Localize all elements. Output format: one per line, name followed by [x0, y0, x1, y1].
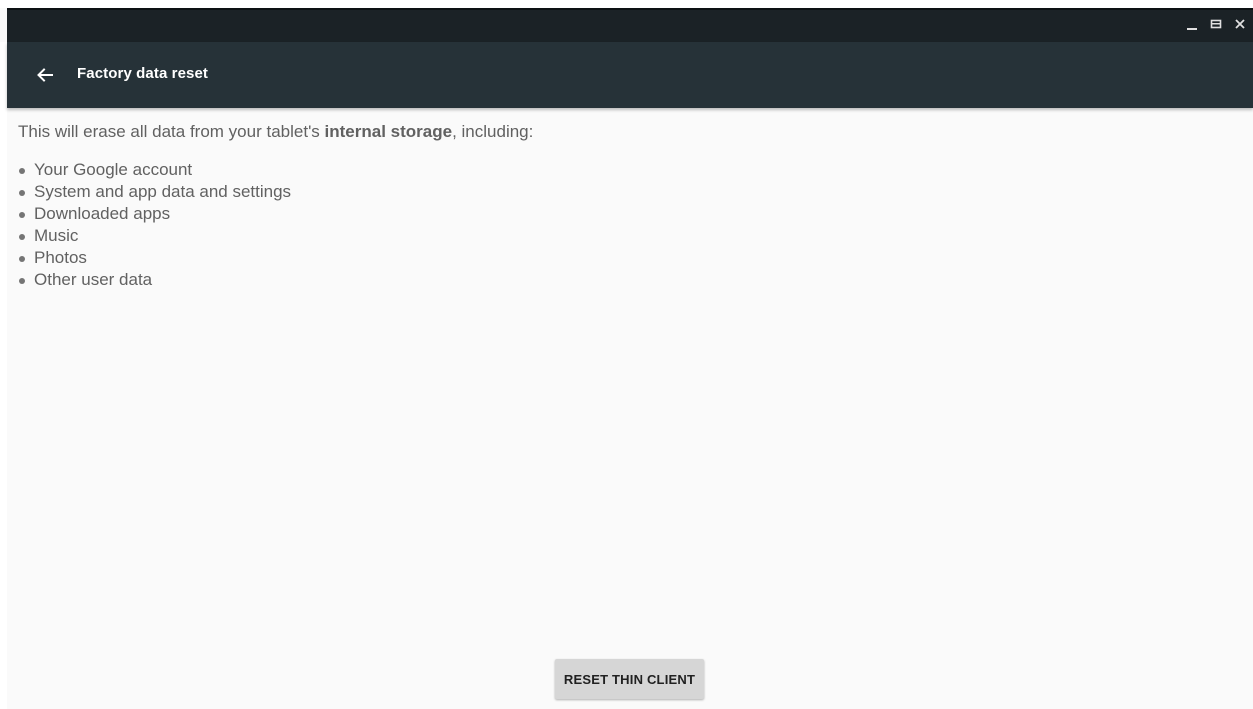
- bullet-icon: [19, 212, 25, 218]
- bullet-icon: [19, 278, 25, 284]
- intro-text-start: This will erase all data from your table…: [18, 122, 325, 141]
- erased-data-list: Your Google account System and app data …: [18, 159, 1253, 291]
- close-icon[interactable]: [1233, 16, 1247, 32]
- window-title-bar: [7, 8, 1253, 42]
- maximize-icon[interactable]: [1209, 16, 1223, 32]
- reset-description: This will erase all data from your table…: [18, 121, 1253, 291]
- page-title: Factory data reset: [77, 65, 209, 82]
- list-item-label: System and app data and settings: [34, 182, 292, 201]
- arrow-left-icon[interactable]: [31, 61, 59, 89]
- list-item: Your Google account: [18, 159, 1253, 181]
- minimize-icon[interactable]: [1185, 16, 1199, 32]
- list-item-label: Your Google account: [34, 160, 193, 179]
- bullet-icon: [19, 190, 25, 196]
- top-edge: [0, 0, 1253, 8]
- list-item-label: Downloaded apps: [34, 204, 171, 223]
- reset-thin-client-button[interactable]: RESET THIN CLIENT: [555, 659, 704, 699]
- bullet-icon: [19, 256, 25, 262]
- list-item: Photos: [18, 247, 1253, 269]
- intro-text: This will erase all data from your table…: [18, 121, 1253, 143]
- bullet-icon: [19, 168, 25, 174]
- left-strip: [0, 42, 7, 709]
- list-item: Music: [18, 225, 1253, 247]
- intro-text-bold: internal storage: [324, 122, 453, 141]
- app-bar: Factory data reset: [7, 42, 1253, 108]
- screen: Factory data reset This will erase all d…: [0, 0, 1253, 709]
- list-item: Downloaded apps: [18, 203, 1253, 225]
- list-item: Other user data: [18, 269, 1253, 291]
- list-item-label: Music: [34, 226, 79, 245]
- window-controls: [1185, 16, 1247, 32]
- list-item-label: Photos: [34, 248, 87, 267]
- intro-text-end: , including:: [452, 122, 534, 141]
- list-item: System and app data and settings: [18, 181, 1253, 203]
- list-item-label: Other user data: [34, 270, 153, 289]
- bullet-icon: [19, 234, 25, 240]
